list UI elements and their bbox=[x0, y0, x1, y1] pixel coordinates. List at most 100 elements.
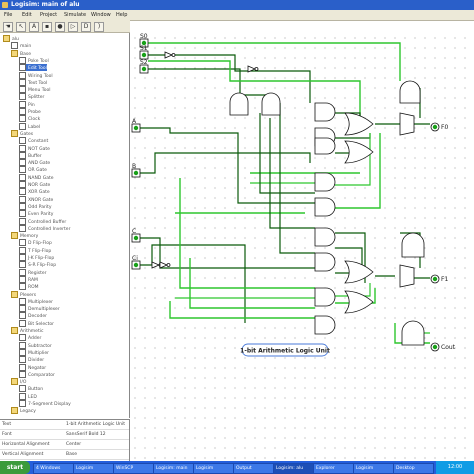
and-gate bbox=[314, 287, 336, 307]
tree-tool-item[interactable]: XNOR Gate bbox=[19, 195, 53, 203]
tree-tool-item[interactable]: Text Tool bbox=[19, 78, 47, 86]
tree-tool-item[interactable]: Subtractor bbox=[19, 341, 52, 349]
tree-tool-item[interactable]: Comparator bbox=[19, 370, 55, 378]
tree-folder[interactable]: Legacy bbox=[11, 407, 36, 415]
taskbar-button[interactable]: Logisim bbox=[193, 463, 234, 474]
tree-tool-item[interactable]: NOR Gate bbox=[19, 181, 50, 188]
tree-tool-item[interactable]: J-K Flip-Flop bbox=[19, 254, 54, 261]
tree-tool-item[interactable]: Probe bbox=[19, 108, 41, 115]
tree-tool-item[interactable]: T Flip-Flop bbox=[19, 246, 51, 254]
tree-tool-item[interactable]: 7-Segment Display bbox=[19, 400, 71, 407]
component-icon bbox=[19, 86, 26, 94]
tree-item-label: Memory bbox=[20, 234, 39, 240]
taskbar-button[interactable]: Logisim: main bbox=[153, 463, 194, 474]
taskbar-button[interactable]: Output bbox=[233, 463, 274, 474]
tree-tool-item[interactable]: Controlled Inverter bbox=[19, 224, 70, 232]
tree-tool-item[interactable]: AND Gate bbox=[19, 159, 51, 167]
tree-folder[interactable]: Base bbox=[11, 49, 31, 57]
tree-tool-item[interactable]: Splitter bbox=[19, 93, 44, 101]
taskbar-button[interactable]: WinSCP bbox=[113, 463, 154, 474]
attribute-row[interactable]: Text 1-bit Arithmetic Logic Unit bbox=[0, 421, 129, 430]
or-gate-icon[interactable]: ) bbox=[94, 22, 104, 32]
menu-simulate[interactable]: Simulate bbox=[64, 12, 86, 18]
tree-tool-item[interactable]: Demultiplexer bbox=[19, 305, 60, 313]
hand-poke-icon[interactable]: ☚ bbox=[3, 22, 13, 32]
tree-tool-item[interactable]: main bbox=[11, 42, 31, 50]
tree-tool-item[interactable]: XOR Gate bbox=[19, 188, 50, 196]
tree-tool-item[interactable]: Label bbox=[19, 122, 40, 130]
tree-tool-item[interactable]: Adder bbox=[19, 334, 41, 342]
tree-tool-item[interactable]: Multiplier bbox=[19, 348, 49, 356]
taskbar-button[interactable]: Logisim bbox=[73, 463, 114, 474]
component-icon bbox=[19, 195, 26, 203]
tree-tool-item[interactable]: RAM bbox=[19, 275, 38, 283]
attribute-row[interactable]: Horizontal Alignment Center bbox=[0, 441, 129, 450]
tree-tool-item[interactable]: Edit Tool bbox=[19, 64, 47, 72]
tree-folder[interactable]: Memory bbox=[11, 232, 39, 240]
attribute-value[interactable]: 1-bit Arithmetic Logic Unit bbox=[66, 421, 125, 429]
attribute-value[interactable]: SansSerif Bold 12 bbox=[66, 431, 106, 439]
menu-project[interactable]: Project bbox=[40, 12, 57, 18]
tree-tool-item[interactable]: ROM bbox=[19, 283, 39, 291]
taskbar-button[interactable]: Desktop bbox=[393, 463, 434, 474]
tree-folder[interactable]: Gates bbox=[11, 129, 33, 137]
tree-tool-item[interactable]: NOT Gate bbox=[19, 144, 50, 152]
text-tool-icon[interactable]: A bbox=[29, 22, 39, 32]
tree-tool-item[interactable]: Negator bbox=[19, 363, 46, 371]
tree-tool-item[interactable]: Constant bbox=[19, 137, 48, 145]
not-gate bbox=[159, 261, 169, 269]
tree-tool-item[interactable]: Bit Selector bbox=[19, 319, 55, 327]
tree-tool-item[interactable]: Even Parity bbox=[19, 210, 53, 218]
tree-tool-item[interactable]: Clock bbox=[19, 115, 40, 123]
tree-tool-item[interactable]: Menu Tool bbox=[19, 86, 51, 94]
circuit-canvas[interactable]: S0 S1 S2 A B C Ci F0 F1 Cout 1-bit Arithmetic Logi… bbox=[130, 33, 474, 461]
menu-edit[interactable]: Edit bbox=[22, 12, 32, 18]
taskbar-button[interactable]: Logisim: alu bbox=[273, 463, 314, 474]
wire bbox=[169, 301, 315, 319]
tree-tool-item[interactable]: Divider bbox=[19, 356, 44, 364]
tree-tool-item[interactable]: OR Gate bbox=[19, 166, 47, 174]
tree-tool-item[interactable]: NAND Gate bbox=[19, 173, 53, 181]
tree-tool-item[interactable]: D Flip-Flop bbox=[19, 239, 52, 247]
and-gate-icon[interactable]: D bbox=[81, 22, 91, 32]
taskbar-button[interactable]: Logisim bbox=[353, 463, 394, 474]
attribute-row[interactable]: Font SansSerif Bold 12 bbox=[0, 431, 129, 440]
tree-tool-item[interactable]: Decoder bbox=[19, 312, 47, 320]
tree-item-label: AND Gate bbox=[28, 161, 51, 167]
tree-tool-item[interactable]: Multiplexer bbox=[19, 297, 53, 305]
pin-label: S1 bbox=[140, 45, 148, 52]
select-arrow-icon[interactable]: ↖ bbox=[16, 22, 26, 32]
tree-tool-item[interactable]: LED bbox=[19, 392, 37, 400]
start-button[interactable]: start bbox=[0, 461, 30, 474]
pin-out-icon[interactable]: ● bbox=[55, 22, 65, 32]
tree-folder[interactable]: Plexers bbox=[11, 290, 36, 298]
menu-window[interactable]: Window bbox=[91, 12, 111, 18]
taskbar-button[interactable]: 4 Windows bbox=[33, 463, 74, 474]
menu-file[interactable]: File bbox=[4, 12, 12, 18]
circuit-schematic: S0S1S2ABCCiF0F1Cout1-bit Arithmetic Logi… bbox=[131, 33, 456, 357]
attribute-key: Vertical Alignment bbox=[2, 452, 44, 457]
tree-folder[interactable]: Arithmetic bbox=[11, 327, 43, 334]
attribute-row[interactable]: Vertical Alignment Base bbox=[0, 451, 129, 460]
not-gate-icon[interactable]: ▷ bbox=[68, 22, 78, 32]
tree-item-label: Bit Selector bbox=[28, 321, 55, 327]
tree-item-label: 7-Segment Display bbox=[28, 402, 71, 407]
attribute-value[interactable]: Center bbox=[66, 441, 81, 449]
tree-tool-item[interactable]: Controlled Buffer bbox=[19, 217, 66, 225]
tree-tool-item[interactable]: Register bbox=[19, 268, 47, 276]
tree-tool-item[interactable]: Odd Parity bbox=[19, 202, 51, 210]
folder-icon bbox=[11, 327, 18, 334]
tree-folder[interactable]: alu bbox=[3, 35, 19, 42]
tree-tool-item[interactable]: Wiring Tool bbox=[19, 71, 53, 79]
tree-folder[interactable]: I/O bbox=[11, 378, 26, 386]
tree-tool-item[interactable]: Poke Tool bbox=[19, 56, 49, 64]
pin-in-icon[interactable]: ▪ bbox=[42, 22, 52, 32]
menu-help[interactable]: Help bbox=[116, 12, 127, 18]
tree-tool-item[interactable]: Pin bbox=[19, 100, 35, 108]
tree-tool-item[interactable]: Buffer bbox=[19, 151, 42, 159]
taskbar-button[interactable]: Explorer bbox=[313, 463, 354, 474]
component-icon bbox=[19, 78, 26, 86]
tree-tool-item[interactable]: S-R Flip-Flop bbox=[19, 261, 56, 269]
attribute-value[interactable]: Base bbox=[66, 451, 77, 459]
tree-tool-item[interactable]: Button bbox=[19, 385, 43, 393]
